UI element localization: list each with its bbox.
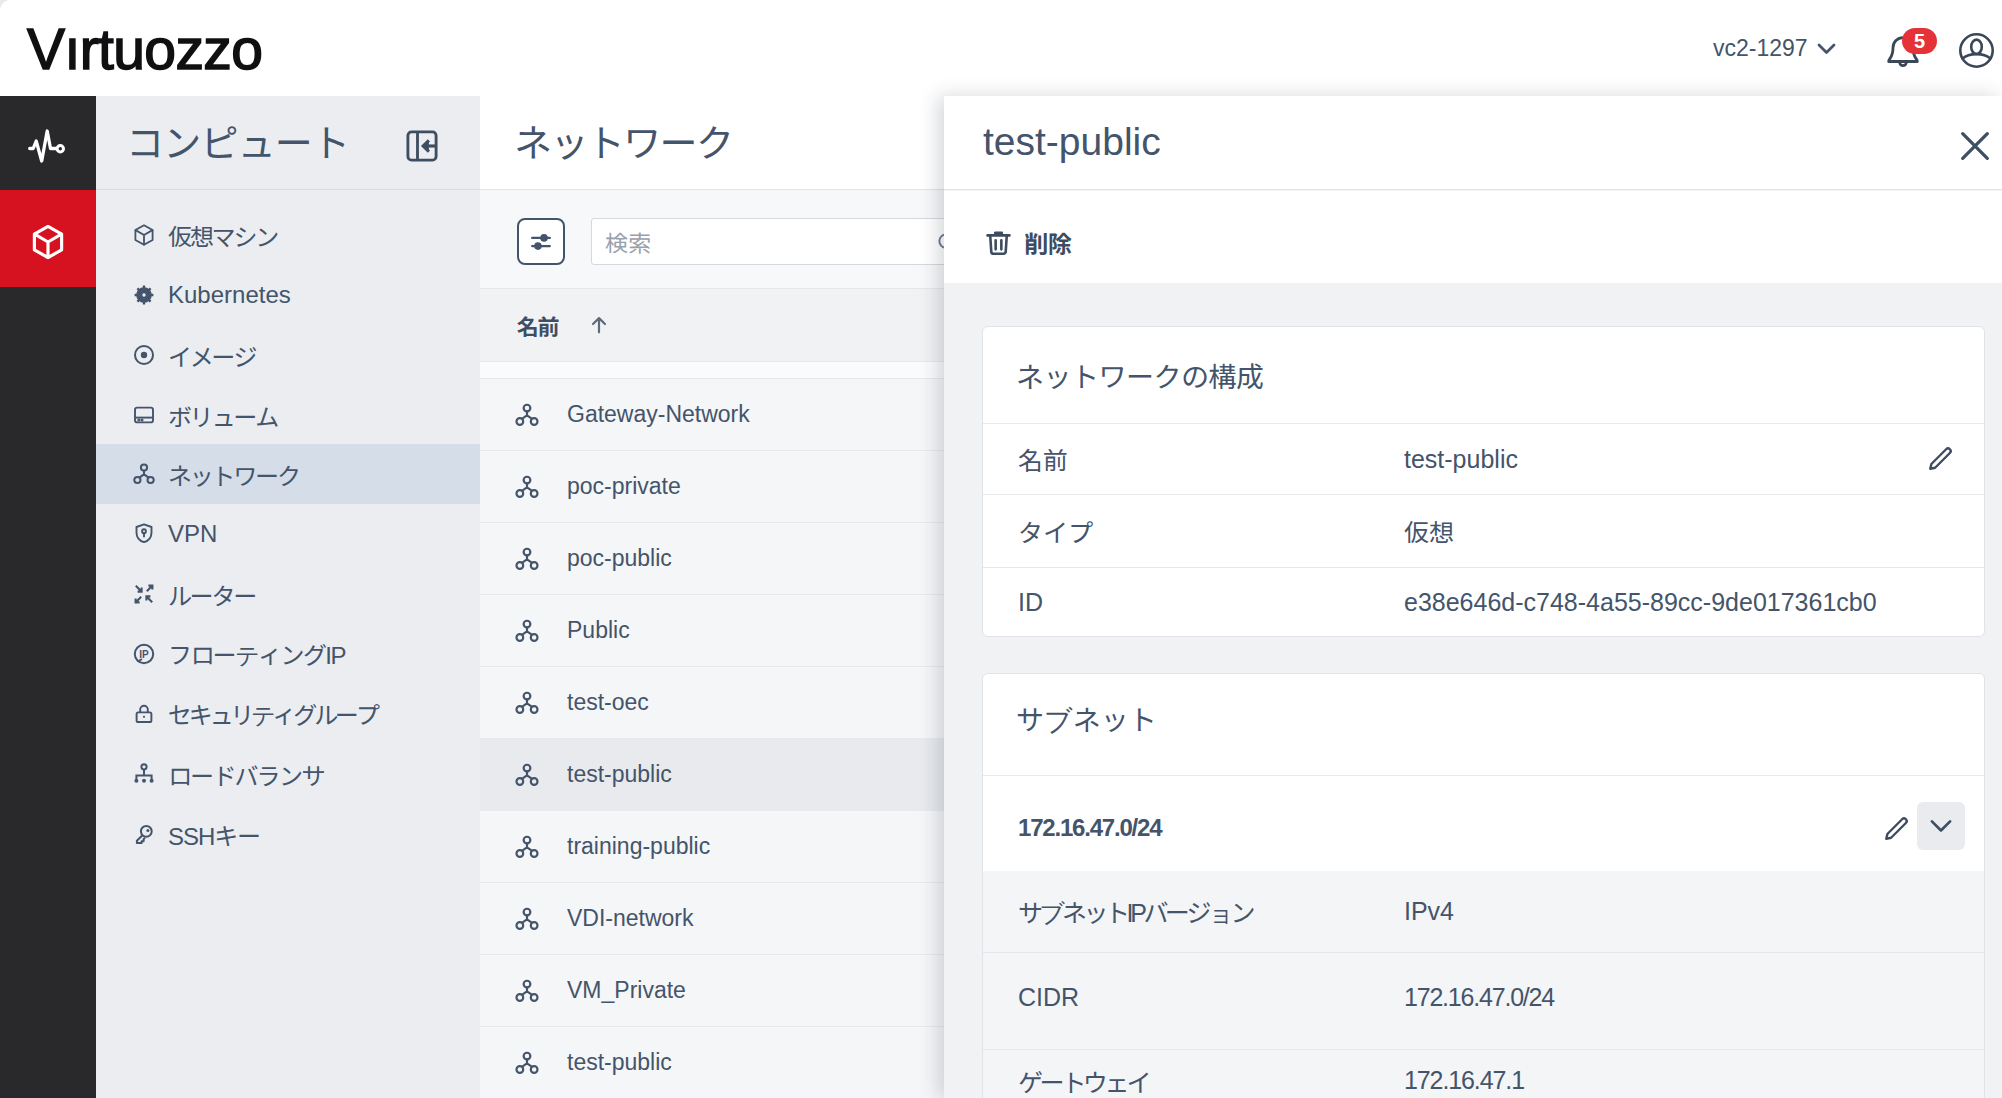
svg-text:IP: IP: [139, 649, 149, 660]
